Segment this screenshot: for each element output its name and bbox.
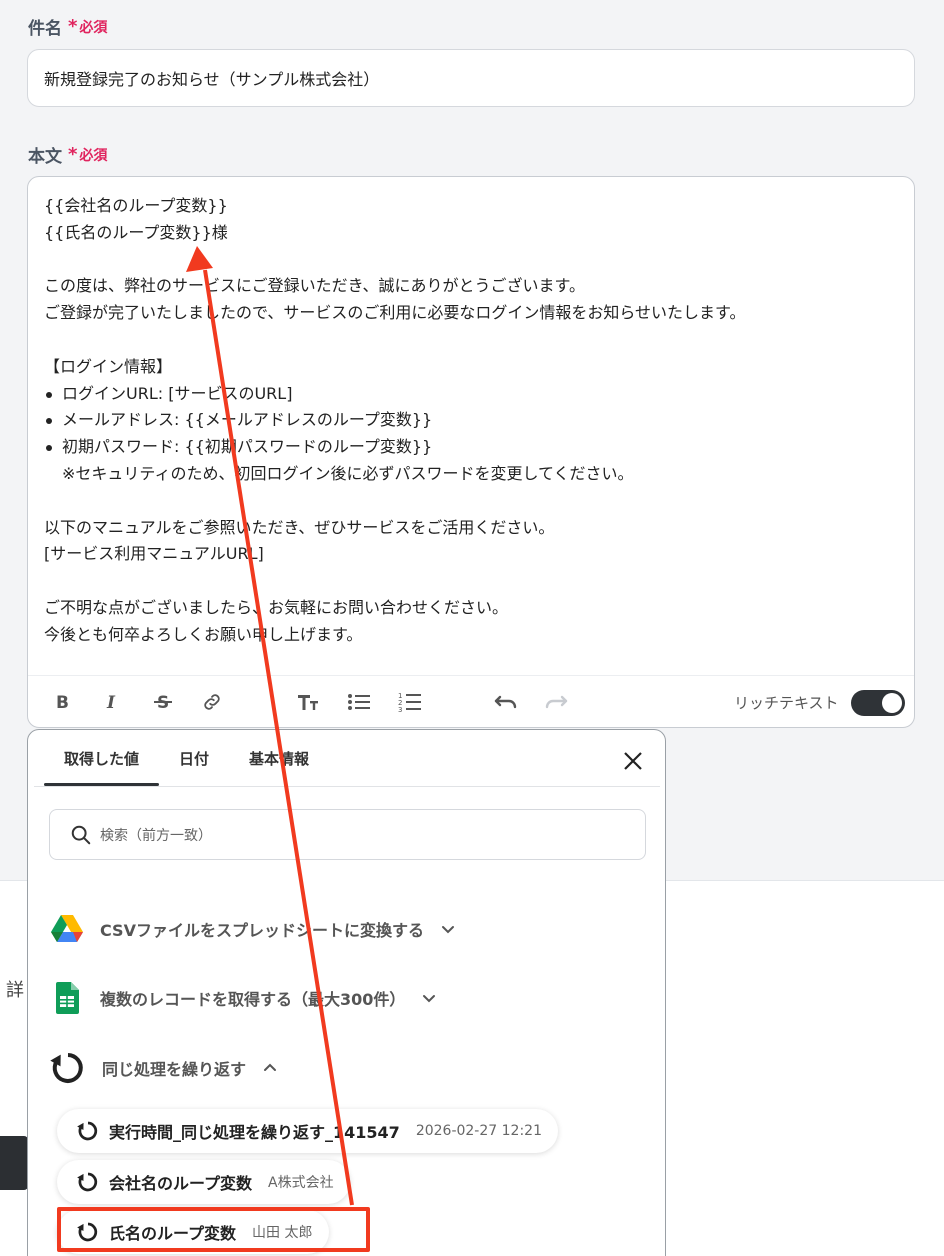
- section-label: 同じ処理を繰り返す: [102, 1060, 247, 1079]
- side-dark-tab[interactable]: [0, 1136, 28, 1190]
- chevron-down-icon: [421, 990, 437, 1006]
- body-line: ご登録が完了いたしましたので、サービスのご利用に必要なログイン情報をお知らせいた…: [44, 303, 746, 323]
- rich-text-toggle[interactable]: [851, 690, 905, 716]
- body-line: 今後とも何卒よろしくお願い申し上げます。: [44, 624, 363, 644]
- tab-acquired-values[interactable]: 取得した値: [44, 730, 160, 786]
- section-get-records[interactable]: 複数のレコードを取得する（最大300件）: [50, 976, 437, 1020]
- body-blank-line: [44, 247, 894, 274]
- numbered-list-icon[interactable]: 123: [396, 688, 424, 716]
- body-blank-line: [44, 488, 894, 515]
- body-blank-line: [44, 568, 894, 595]
- tab-basic-info[interactable]: 基本情報: [229, 730, 329, 786]
- list-item: メールアドレス: {{メールアドレスのループ変数}}: [44, 407, 894, 434]
- search-input[interactable]: 検索（前方一致）: [49, 809, 646, 860]
- undo-icon[interactable]: [492, 688, 520, 716]
- chip-value: 2026-02-27 12:21: [415, 1123, 542, 1139]
- list-item: 初期パスワード: {{初期パスワードのループ変数}}: [44, 434, 894, 461]
- section-label: 複数のレコードを取得する（最大300件）: [100, 990, 406, 1009]
- section-csv-to-sheet[interactable]: CSVファイルをスプレッドシートに変換する: [50, 907, 456, 951]
- link-icon[interactable]: [198, 688, 226, 716]
- loop-icon: [50, 1053, 83, 1083]
- body-editor-content[interactable]: {{会社名のループ変数}} {{氏名のループ変数}}様 この度は、弊社のサービス…: [44, 193, 894, 649]
- chip-value: A株式会社: [268, 1175, 334, 1191]
- bullet-list-icon[interactable]: [345, 688, 373, 716]
- tab-date[interactable]: 日付: [159, 730, 229, 786]
- body-blank-line: [44, 327, 894, 354]
- chevron-down-icon: [440, 921, 456, 937]
- side-label: 詳: [6, 980, 24, 1001]
- value-chip-execution-time[interactable]: 実行時間_同じ処理を繰り返す_141547 2026-02-27 12:21: [57, 1109, 558, 1153]
- required-asterisk: *: [68, 144, 78, 165]
- annotation-highlight-box: [57, 1207, 370, 1252]
- body-line: 【ログイン情報】: [44, 356, 173, 376]
- body-line: {{氏名のループ変数}}様: [44, 222, 228, 242]
- chip-name: 会社名のループ変数: [109, 1174, 253, 1193]
- loop-icon: [77, 1121, 98, 1141]
- body-line: {{会社名のループ変数}}: [44, 196, 228, 215]
- toggle-knob: [882, 693, 902, 713]
- svg-text:B: B: [56, 693, 69, 711]
- subject-label: 件名: [28, 19, 62, 39]
- svg-text:3: 3: [398, 706, 402, 713]
- required-text: 必須: [79, 19, 108, 36]
- close-button[interactable]: [620, 748, 646, 774]
- required-asterisk: *: [68, 16, 78, 37]
- subject-value: 新規登録完了のお知らせ（サンプル株式会社）: [44, 70, 380, 89]
- body-label: 本文: [28, 147, 62, 167]
- value-chip-company-loop[interactable]: 会社名のループ変数 A株式会社: [57, 1160, 350, 1204]
- body-line: 以下のマニュアルをご参照いただき、ぜひサービスをご活用ください。: [44, 517, 555, 537]
- google-sheets-icon: [56, 982, 79, 1014]
- google-drive-icon: [51, 915, 83, 942]
- strikethrough-icon[interactable]: S: [149, 688, 177, 716]
- variable-picker-popup: 取得した値 日付 基本情報 検索（前方一致） CSVファイルをスプレッドシートに…: [27, 729, 666, 1256]
- rich-text-label: リッチテキスト: [734, 694, 839, 712]
- italic-icon[interactable]: I: [98, 688, 126, 716]
- body-label-row: 本文 * 必須: [28, 142, 107, 167]
- list-item: ログインURL: [サービスのURL]: [44, 381, 894, 408]
- search-icon: [71, 825, 91, 844]
- body-line: ※セキュリティのため、初回ログイン後に必ずパスワードを変更してください。: [62, 463, 634, 483]
- redo-icon[interactable]: [542, 688, 570, 716]
- required-text: 必須: [79, 147, 108, 164]
- subject-label-row: 件名 * 必須: [28, 14, 107, 39]
- font-size-icon[interactable]: [294, 688, 322, 716]
- subject-input[interactable]: 新規登録完了のお知らせ（サンプル株式会社）: [27, 49, 915, 107]
- section-loop[interactable]: 同じ処理を繰り返す: [50, 1046, 278, 1090]
- close-icon: [624, 752, 642, 770]
- chevron-up-icon: [262, 1060, 278, 1076]
- section-label: CSVファイルをスプレッドシートに変換する: [100, 921, 424, 940]
- body-line: ご不明な点がございましたら、お気軽にお問い合わせください。: [44, 597, 509, 617]
- bold-icon[interactable]: B: [48, 688, 76, 716]
- body-bullet-list: ログインURL: [サービスのURL] メールアドレス: {{メールアドレスのル…: [44, 381, 894, 461]
- popup-tabs: 取得した値 日付 基本情報: [44, 730, 329, 786]
- editor-toolbar: B I S 123 リッチテキスト: [28, 675, 914, 727]
- svg-text:I: I: [106, 693, 116, 711]
- body-editor[interactable]: {{会社名のループ変数}} {{氏名のループ変数}}様 この度は、弊社のサービス…: [27, 176, 915, 728]
- search-placeholder: 検索（前方一致）: [100, 827, 212, 844]
- body-line: [サービス利用マニュアルURL]: [44, 544, 264, 564]
- body-line: この度は、弊社のサービスにご登録いただき、誠にありがとうございます。: [44, 276, 585, 296]
- tabs-divider: [34, 786, 660, 787]
- chip-name: 実行時間_同じ処理を繰り返す_141547: [109, 1123, 400, 1142]
- loop-icon: [77, 1172, 98, 1192]
